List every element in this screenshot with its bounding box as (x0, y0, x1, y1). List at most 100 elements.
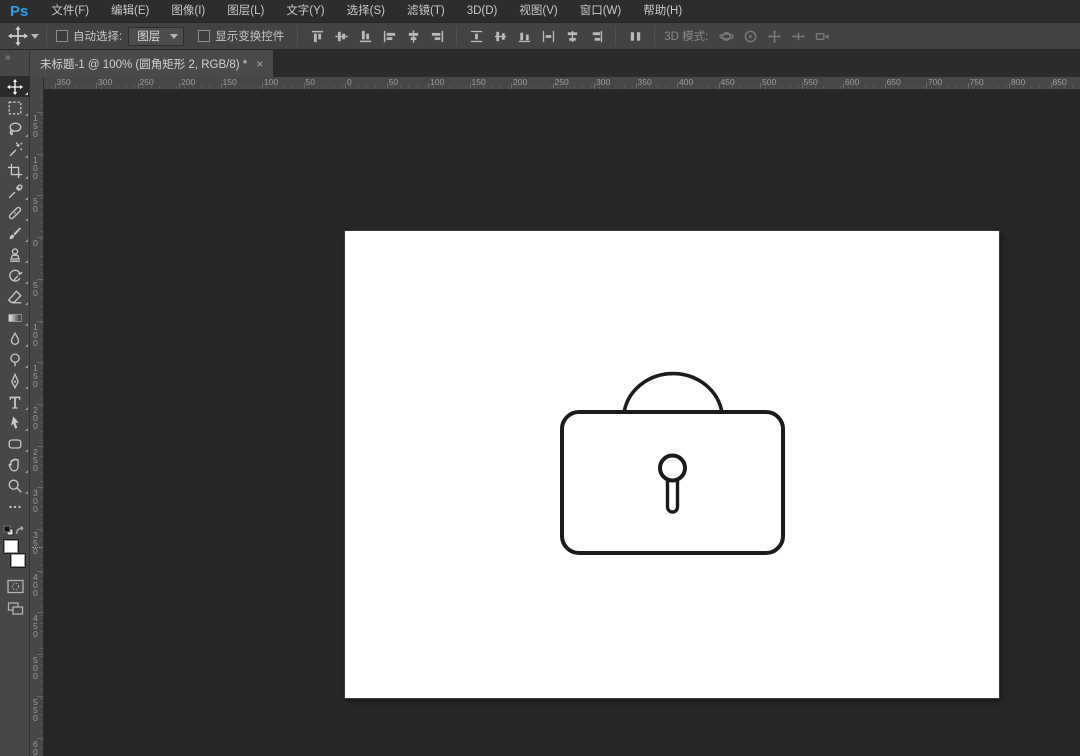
rectangular-marquee-tool-button[interactable] (0, 97, 30, 118)
canvas-viewport[interactable] (44, 90, 1080, 756)
zoom-tool-button[interactable] (0, 475, 30, 496)
chevron-down-icon (170, 33, 178, 39)
flyout-triangle-icon (25, 176, 28, 179)
menu-item-5[interactable]: 选择(S) (336, 0, 396, 23)
menu-item-8[interactable]: 视图(V) (508, 0, 568, 23)
ruler-major-tick (968, 83, 969, 89)
brush-tool-button[interactable] (0, 223, 30, 244)
crop-tool-button[interactable] (0, 160, 30, 181)
3d-pan-icon[interactable] (763, 26, 785, 46)
ruler-major-tick (179, 83, 180, 89)
color-controls (0, 523, 29, 575)
ruler-major-tick (843, 83, 844, 89)
menu-item-1[interactable]: 编辑(E) (100, 0, 160, 23)
distribute-horizontal-centers-icon[interactable] (561, 26, 583, 46)
chevron-down-icon[interactable] (31, 33, 39, 39)
tools-panel: » (0, 50, 30, 756)
menu-item-6[interactable]: 滤镜(T) (396, 0, 456, 23)
distribute-top-edges-icon[interactable] (465, 26, 487, 46)
ruler-label: 800 (1011, 77, 1025, 87)
separator (297, 26, 298, 46)
ruler-major-tick (1051, 83, 1052, 89)
menu-item-2[interactable]: 图像(I) (160, 0, 216, 23)
move-tool-button[interactable] (0, 76, 30, 97)
separator (456, 26, 457, 46)
ruler-label: 5 0 0 (33, 656, 38, 680)
foreground-color-swatch[interactable] (3, 539, 19, 554)
lasso-tool-button[interactable] (0, 118, 30, 139)
menu-item-3[interactable]: 图层(L) (216, 0, 275, 23)
blur-tool-button[interactable] (0, 328, 30, 349)
3d-slide-icon[interactable] (787, 26, 809, 46)
menu-item-0[interactable]: 文件(F) (40, 0, 100, 23)
flyout-triangle-icon (25, 491, 28, 494)
tools-panel-collapse[interactable]: » (0, 50, 29, 76)
align-bottom-edges-icon[interactable] (354, 26, 376, 46)
align-horizontal-centers-icon[interactable] (402, 26, 424, 46)
ruler-label: 850 (1053, 77, 1067, 87)
edit-toolbar-button[interactable] (0, 496, 30, 517)
document-tab[interactable]: 未标题-1 @ 100% (圆角矩形 2, RGB/8) * × (30, 50, 274, 77)
ruler-origin-corner[interactable] (30, 77, 44, 90)
ruler-major-tick (387, 83, 388, 89)
history-brush-tool-button[interactable] (0, 265, 30, 286)
screen-mode-button[interactable] (0, 597, 30, 619)
type-tool-button[interactable] (0, 391, 30, 412)
distribute-bottom-edges-icon[interactable] (513, 26, 535, 46)
ruler-label: 0 (33, 239, 38, 247)
flyout-triangle-icon (25, 344, 28, 347)
distribute-right-edges-icon[interactable] (585, 26, 607, 46)
auto-select-checkbox[interactable] (56, 30, 68, 42)
dodge-tool-button[interactable] (0, 349, 30, 370)
align-right-edges-icon[interactable] (426, 26, 448, 46)
show-transform-checkbox[interactable] (198, 30, 210, 42)
clone-stamp-tool-button[interactable] (0, 244, 30, 265)
ruler-major-tick (802, 83, 803, 89)
3d-camera-icon[interactable] (811, 26, 833, 46)
flyout-triangle-icon (25, 239, 28, 242)
ruler-label: 3 5 0 (33, 531, 38, 555)
hand-tool-button[interactable] (0, 454, 30, 475)
ruler-label: 2 5 0 (33, 448, 38, 472)
3d-orbit-icon[interactable] (715, 26, 737, 46)
gradient-tool-button[interactable] (0, 307, 30, 328)
menu-item-9[interactable]: 窗口(W) (569, 0, 633, 23)
auto-select-label: 自动选择: (73, 28, 122, 44)
document-canvas[interactable] (345, 231, 999, 698)
flyout-triangle-icon (25, 134, 28, 137)
ruler-label: 750 (970, 77, 984, 87)
ruler-major-tick (304, 83, 305, 89)
path-selection-tool-button[interactable] (0, 412, 30, 433)
auto-select-target-dropdown[interactable]: 图层 (128, 27, 184, 46)
eraser-tool-button[interactable] (0, 286, 30, 307)
flyout-triangle-icon (25, 470, 28, 473)
magic-wand-tool-button[interactable] (0, 139, 30, 160)
ruler-major-tick (760, 83, 761, 89)
3d-roll-icon[interactable] (739, 26, 761, 46)
vertical-ruler[interactable]: 1 5 01 0 05 005 01 0 01 5 02 0 02 5 03 0… (30, 90, 44, 756)
menu-item-10[interactable]: 帮助(H) (632, 0, 693, 23)
menu-item-7[interactable]: 3D(D) (456, 0, 509, 23)
menu-item-4[interactable]: 文字(Y) (275, 0, 335, 23)
ruler-label: 300 (596, 77, 610, 87)
photoshop-logo: Ps (0, 3, 40, 20)
spot-healing-brush-tool-button[interactable] (0, 202, 30, 223)
distribute-left-edges-icon[interactable] (537, 26, 559, 46)
eyedropper-tool-button[interactable] (0, 181, 30, 202)
ruler-label: 5 0 (33, 281, 38, 297)
align-left-edges-icon[interactable] (378, 26, 400, 46)
quick-mask-button[interactable] (0, 575, 30, 597)
align-top-edges-icon[interactable] (306, 26, 328, 46)
flyout-triangle-icon (25, 323, 28, 326)
pen-tool-button[interactable] (0, 370, 30, 391)
flyout-triangle-icon (25, 302, 28, 305)
distribute-vertical-centers-icon[interactable] (489, 26, 511, 46)
ruler-major-tick (926, 83, 927, 89)
horizontal-ruler[interactable]: 3503002502001501005005010015020025030035… (44, 77, 1080, 89)
background-color-swatch[interactable] (10, 553, 26, 568)
align-vertical-centers-icon[interactable] (330, 26, 352, 46)
distribute-spacing-icon[interactable] (624, 26, 646, 46)
close-tab-icon[interactable]: × (256, 57, 263, 71)
ruler-label: 1 0 0 (33, 323, 38, 347)
rounded-rectangle-tool-button[interactable] (0, 433, 30, 454)
